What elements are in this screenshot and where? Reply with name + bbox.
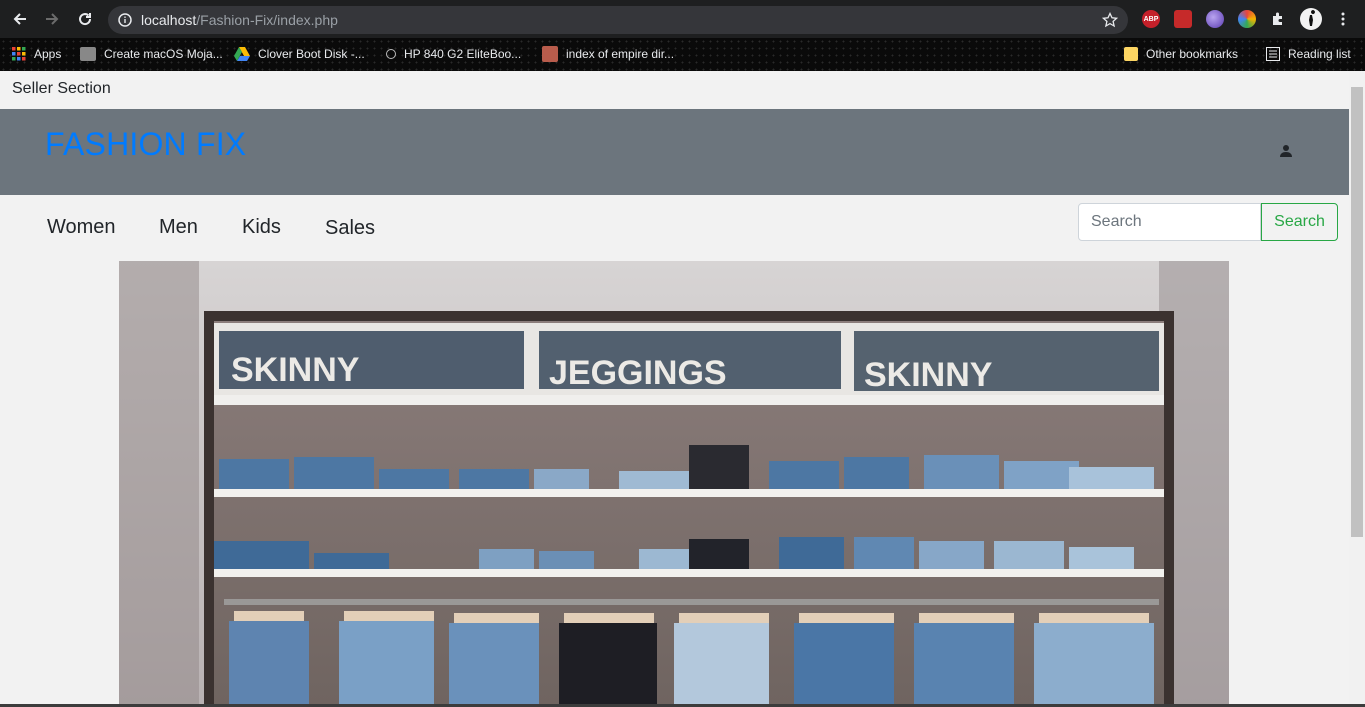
address-bar[interactable]: localhost/Fashion-Fix/index.php (108, 6, 1128, 34)
bookmark-label: Clover Boot Disk -... (258, 47, 365, 61)
brand-logo[interactable]: FASHION FIX (45, 126, 246, 163)
reading-list-label: Reading list (1288, 47, 1351, 61)
search-input[interactable] (1078, 203, 1261, 241)
puzzle-icon[interactable] (1270, 11, 1286, 27)
apps-grid-icon (12, 47, 26, 61)
bookmarks-bar: Apps Create macOS Moja... Clover Boot Di… (0, 38, 1365, 71)
bookmark-empire[interactable]: index of empire dir... (542, 44, 674, 64)
back-arrow-icon[interactable] (10, 9, 30, 29)
extension-color-icon[interactable] (1238, 10, 1256, 28)
bookmark-clover[interactable]: Clover Boot Disk -... (234, 44, 365, 64)
forward-arrow-icon[interactable] (42, 9, 62, 29)
laptop-icon (80, 47, 96, 61)
adblock-icon[interactable]: ABP (1142, 10, 1160, 28)
extension-orb-icon[interactable] (1206, 10, 1224, 28)
empire-icon (542, 46, 558, 62)
sign-text: SKINNY (864, 356, 993, 394)
reload-icon[interactable] (75, 9, 95, 29)
url-text: localhost/Fashion-Fix/index.php (141, 12, 338, 28)
info-icon[interactable] (118, 13, 132, 27)
sign-text: JEGGINGS (549, 354, 727, 392)
link-icon (386, 49, 396, 59)
bookmark-label: index of empire dir... (566, 47, 675, 61)
profile-avatar-icon[interactable] (1300, 8, 1322, 30)
nav-men[interactable]: Men (159, 216, 198, 239)
seller-section-link[interactable]: Seller Section (12, 80, 111, 98)
hero-image: SKINNY JEGGINGS SKINNY (119, 261, 1229, 704)
nav-kids[interactable]: Kids (242, 216, 281, 239)
bookmark-macos[interactable]: Create macOS Moja... (80, 44, 223, 64)
folder-icon (1124, 47, 1138, 61)
reading-list-icon (1266, 47, 1280, 61)
search-button[interactable]: Search (1261, 203, 1338, 241)
drive-icon (234, 47, 250, 61)
star-icon[interactable] (1102, 12, 1118, 28)
user-icon[interactable] (1278, 143, 1294, 159)
scrollbar[interactable] (1349, 71, 1365, 704)
bookmark-label: Apps (34, 47, 62, 61)
bookmark-label: HP 840 G2 EliteBoo... (404, 47, 522, 61)
scrollbar-thumb[interactable] (1351, 87, 1363, 537)
bookmark-hp[interactable]: HP 840 G2 EliteBoo... (386, 44, 521, 64)
bookmark-apps[interactable]: Apps (12, 44, 61, 64)
sign-text: SKINNY (231, 351, 360, 389)
nav-sales[interactable]: Sales (325, 217, 375, 240)
other-bookmarks-label: Other bookmarks (1146, 47, 1239, 61)
site-header: FASHION FIX (0, 109, 1349, 195)
bookmark-label: Create macOS Moja... (104, 47, 223, 61)
nav-women[interactable]: Women (47, 216, 116, 239)
kebab-menu-icon[interactable] (1337, 11, 1349, 27)
other-bookmarks[interactable]: Other bookmarks (1124, 44, 1238, 64)
extension-red-icon[interactable] (1174, 10, 1192, 28)
browser-toolbar: localhost/Fashion-Fix/index.php ABP (0, 0, 1365, 38)
page-content: Seller Section FASHION FIX Women Men Kid… (0, 71, 1349, 704)
reading-list[interactable]: Reading list (1266, 44, 1351, 64)
